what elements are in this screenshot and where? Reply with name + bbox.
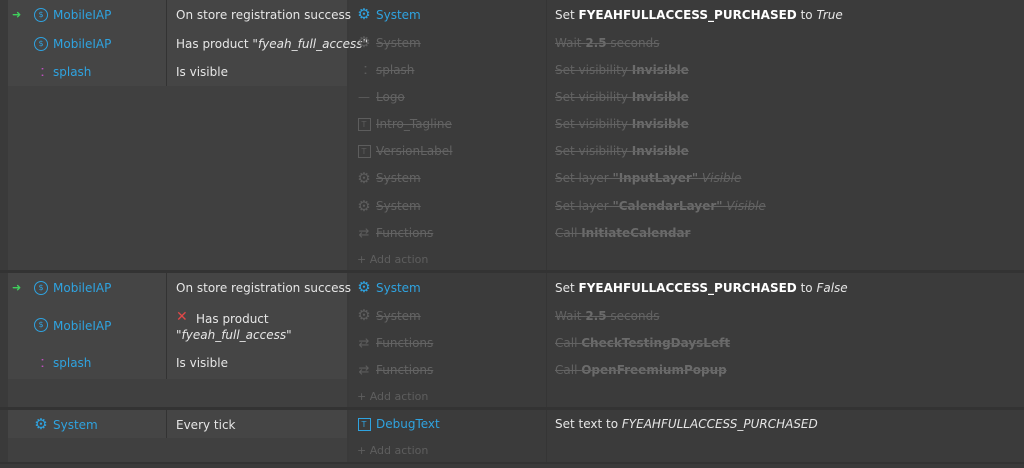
action-object: System xyxy=(376,8,421,22)
text-object-icon: T xyxy=(357,417,371,431)
action-text: Set visibility Invisible xyxy=(555,117,689,131)
functions-icon: ⇄ xyxy=(358,335,370,351)
action-object: Logo xyxy=(376,90,405,104)
condition-separator xyxy=(166,0,167,86)
sprite-icon: — xyxy=(358,90,370,104)
text-object-icon: T xyxy=(357,117,371,131)
condition-object: MobileIAP xyxy=(53,8,112,22)
mobileiap-icon: $ xyxy=(34,281,48,295)
condition-text: On store registration success xyxy=(176,8,352,22)
action-text: Set FYEAHFULLACCESS_PURCHASED to False xyxy=(555,281,848,295)
action-separator xyxy=(546,410,547,462)
action-text: Set layer "InputLayer" Visible xyxy=(555,171,742,185)
add-action-link[interactable]: + Add action xyxy=(357,444,428,457)
action-text: Set text to FYEAHFULLACCESS_PURCHASED xyxy=(555,417,818,431)
action-text: Wait 2.5 seconds xyxy=(555,309,660,323)
condition-text-pre: Has product xyxy=(176,37,253,51)
condition-param: "fyeah_full_access" xyxy=(176,328,292,342)
functions-icon: ⇄ xyxy=(358,362,370,378)
action-text: Wait 2.5 seconds xyxy=(555,36,660,50)
action-text: Call OpenFreemiumPopup xyxy=(555,363,727,377)
condition-text: Has product xyxy=(196,312,269,326)
condition-separator xyxy=(166,273,167,379)
action-text: Set layer "CalendarLayer" Visible xyxy=(555,199,766,213)
mobileiap-icon: $ xyxy=(34,37,48,51)
action-object: DebugText xyxy=(376,417,440,431)
condition-object: MobileIAP xyxy=(53,37,112,51)
trigger-arrow-icon: ➜ xyxy=(12,8,22,21)
action-text: Set visibility Invisible xyxy=(555,144,689,158)
gear-icon: ⚙ xyxy=(357,306,371,324)
invert-x-icon: ✕ xyxy=(176,309,188,325)
gear-icon: ⚙ xyxy=(357,5,371,23)
action-text: Call CheckTestingDaysLeft xyxy=(555,336,731,350)
action-object: System xyxy=(376,171,421,185)
action-text: Set FYEAHFULLACCESS_PURCHASED to True xyxy=(555,8,843,22)
condition-object: splash xyxy=(53,65,92,79)
functions-icon: ⇄ xyxy=(358,225,370,241)
condition-text: On store registration success xyxy=(176,281,352,295)
trigger-arrow-icon: ➜ xyxy=(12,281,22,294)
action-object: splash xyxy=(376,63,415,77)
gear-icon: ⚙ xyxy=(357,197,371,215)
sprite-icon: ⁚⁚ xyxy=(40,65,45,79)
condition-text: Every tick xyxy=(176,418,236,432)
action-text: Set visibility Invisible xyxy=(555,63,689,77)
next-event-block xyxy=(0,464,1024,468)
condition-separator xyxy=(166,410,167,438)
gear-icon: ⚙ xyxy=(357,169,371,187)
add-action-link[interactable]: + Add action xyxy=(357,390,428,403)
action-text: Set visibility Invisible xyxy=(555,90,689,104)
condition-object: System xyxy=(53,418,98,432)
mobileiap-icon: $ xyxy=(34,318,48,332)
action-object: Functions xyxy=(376,226,434,240)
condition-text: Has product "fyeah_full_access" xyxy=(176,37,368,51)
action-object: System xyxy=(376,199,421,213)
action-object: System xyxy=(376,36,421,50)
action-separator xyxy=(546,0,547,270)
action-object: Intro_Tagline xyxy=(376,117,452,131)
gear-icon: ⚙ xyxy=(34,415,48,433)
condition-object: splash xyxy=(53,356,92,370)
text-object-icon: T xyxy=(357,144,371,158)
action-object: System xyxy=(376,281,421,295)
gear-icon: ⚙ xyxy=(357,278,371,296)
condition-object: MobileIAP xyxy=(53,319,112,333)
mobileiap-icon: $ xyxy=(34,8,48,22)
condition-object: MobileIAP xyxy=(53,281,112,295)
action-text: Call InitiateCalendar xyxy=(555,226,691,240)
condition-text: Is visible xyxy=(176,65,228,79)
action-object: Functions xyxy=(376,336,434,350)
sprite-icon: ⁚⁚ xyxy=(40,356,45,370)
condition-text: Is visible xyxy=(176,356,228,370)
action-separator xyxy=(546,273,547,407)
sprite-icon: ⁚⁚ xyxy=(363,63,368,77)
condition-param: "fyeah_full_access" xyxy=(252,37,369,51)
action-object: VersionLabel xyxy=(376,144,453,158)
action-object: System xyxy=(376,309,421,323)
gear-icon: ⚙ xyxy=(357,33,371,51)
add-action-link[interactable]: + Add action xyxy=(357,253,428,266)
action-object: Functions xyxy=(376,363,434,377)
